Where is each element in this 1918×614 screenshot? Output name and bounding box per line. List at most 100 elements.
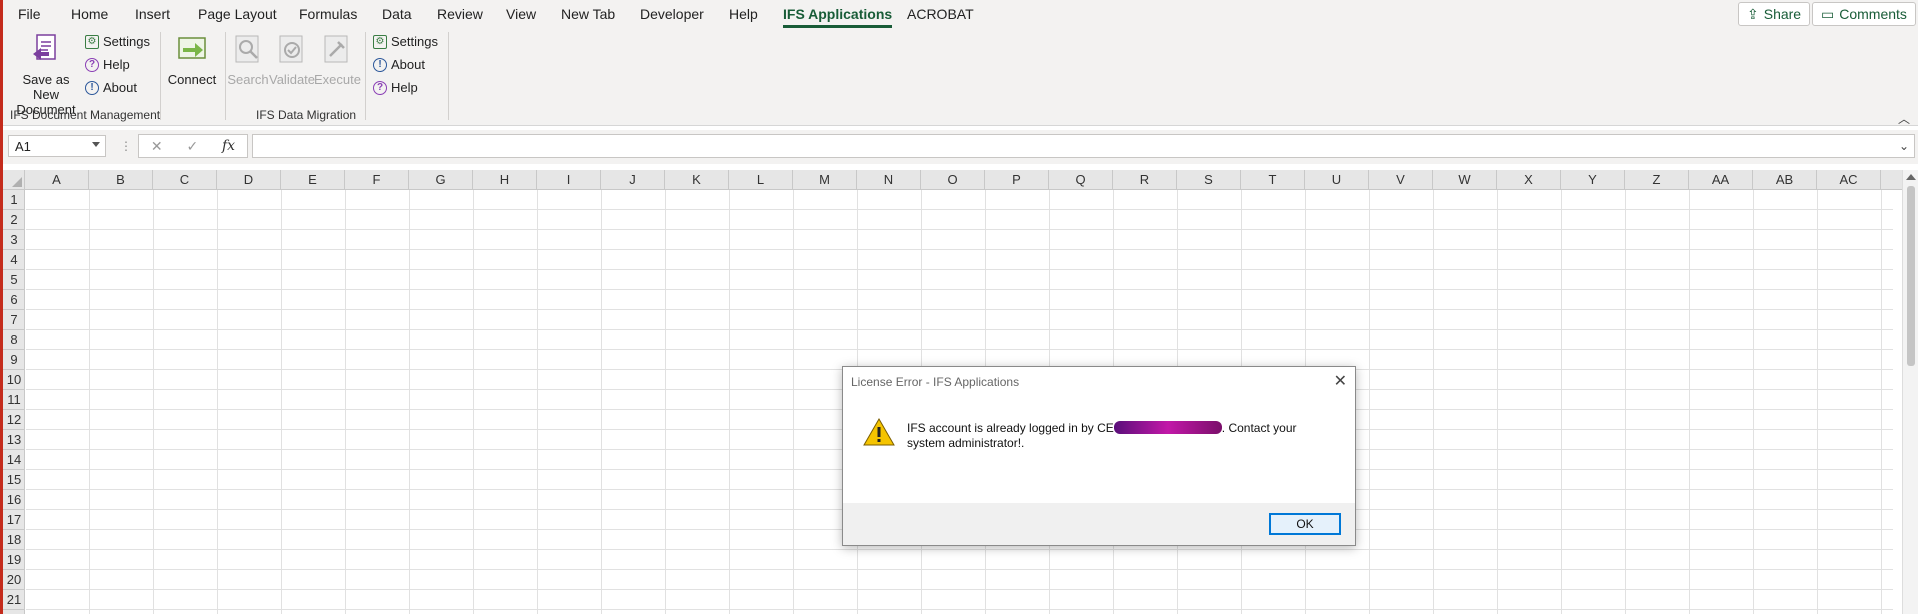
column-header[interactable]: T bbox=[1241, 170, 1305, 190]
row-header[interactable]: 17 bbox=[3, 510, 25, 530]
tab-new-tab[interactable]: New Tab bbox=[561, 6, 615, 22]
share-button[interactable]: ⇪ Share bbox=[1738, 2, 1811, 26]
column-header[interactable]: O bbox=[921, 170, 985, 190]
formula-input[interactable]: ⌄ bbox=[252, 134, 1915, 158]
tab-insert[interactable]: Insert bbox=[135, 6, 170, 22]
column-header[interactable]: E bbox=[281, 170, 345, 190]
row-header[interactable]: 13 bbox=[3, 430, 25, 450]
column-header[interactable]: N bbox=[857, 170, 921, 190]
ribbon-separator bbox=[365, 32, 366, 120]
row-header[interactable]: 4 bbox=[3, 250, 25, 270]
tab-file[interactable]: File bbox=[18, 6, 41, 22]
info-icon: ! bbox=[373, 57, 387, 72]
insert-function-icon[interactable]: fx bbox=[222, 138, 235, 154]
tab-acrobat[interactable]: ACROBAT bbox=[907, 6, 974, 22]
row-header[interactable]: 21 bbox=[3, 590, 25, 610]
column-header[interactable]: J bbox=[601, 170, 665, 190]
tab-view[interactable]: View bbox=[506, 6, 536, 22]
row-header[interactable]: 19 bbox=[3, 550, 25, 570]
row-header[interactable]: 14 bbox=[3, 450, 25, 470]
column-header[interactable]: M bbox=[793, 170, 857, 190]
scroll-up-icon[interactable] bbox=[1906, 174, 1916, 180]
tab-page-layout[interactable]: Page Layout bbox=[198, 6, 277, 22]
cancel-icon[interactable]: ✕ bbox=[151, 138, 163, 155]
tab-developer[interactable]: Developer bbox=[640, 6, 704, 22]
column-header[interactable]: Z bbox=[1625, 170, 1689, 190]
column-header[interactable]: B bbox=[89, 170, 153, 190]
row-header[interactable]: 5 bbox=[3, 270, 25, 290]
save-as-new-document-button[interactable]: Save as New Document bbox=[9, 32, 83, 117]
row-header[interactable]: 11 bbox=[3, 390, 25, 410]
column-header[interactable]: W bbox=[1433, 170, 1497, 190]
collapse-ribbon-chevron-icon[interactable]: ︿ bbox=[1898, 110, 1910, 127]
column-header[interactable]: I bbox=[537, 170, 601, 190]
tab-formulas[interactable]: Formulas bbox=[299, 6, 357, 22]
comments-button[interactable]: ▭ Comments bbox=[1812, 2, 1916, 26]
column-header[interactable]: X bbox=[1497, 170, 1561, 190]
column-header[interactable]: D bbox=[217, 170, 281, 190]
search-button[interactable]: Search bbox=[226, 32, 270, 87]
row-header[interactable]: 6 bbox=[3, 290, 25, 310]
row-header[interactable]: 12 bbox=[3, 410, 25, 430]
row-header[interactable]: 18 bbox=[3, 530, 25, 550]
info-icon: ! bbox=[85, 80, 99, 95]
tab-data[interactable]: Data bbox=[382, 6, 412, 22]
column-header[interactable]: Q bbox=[1049, 170, 1113, 190]
column-header[interactable]: S bbox=[1177, 170, 1241, 190]
column-header[interactable]: A bbox=[25, 170, 89, 190]
column-header[interactable]: L bbox=[729, 170, 793, 190]
doc-about-button[interactable]: ! About bbox=[85, 80, 137, 95]
column-header[interactable]: R bbox=[1113, 170, 1177, 190]
column-header[interactable]: AC bbox=[1817, 170, 1881, 190]
column-header[interactable]: U bbox=[1305, 170, 1369, 190]
migration-help-button[interactable]: ? Help bbox=[373, 80, 418, 95]
chevron-down-icon[interactable] bbox=[92, 142, 100, 147]
license-error-dialog: License Error - IFS Applications ✕ IFS a… bbox=[842, 366, 1356, 546]
column-header[interactable]: G bbox=[409, 170, 473, 190]
row-header[interactable]: 3 bbox=[3, 230, 25, 250]
row-header[interactable]: 16 bbox=[3, 490, 25, 510]
select-all-corner[interactable] bbox=[3, 170, 25, 190]
execute-label: Execute bbox=[314, 72, 361, 87]
column-header[interactable]: V bbox=[1369, 170, 1433, 190]
row-header[interactable]: 10 bbox=[3, 370, 25, 390]
doc-settings-button[interactable]: ⚙ Settings bbox=[85, 34, 150, 49]
migration-about-button[interactable]: ! About bbox=[373, 57, 425, 72]
column-header[interactable]: K bbox=[665, 170, 729, 190]
column-header[interactable]: AB bbox=[1753, 170, 1817, 190]
expand-formula-chevron-icon[interactable]: ⌄ bbox=[1899, 139, 1909, 153]
validate-icon bbox=[279, 35, 303, 63]
column-header[interactable]: F bbox=[345, 170, 409, 190]
ok-button[interactable]: OK bbox=[1269, 513, 1341, 535]
row-header[interactable]: 1 bbox=[3, 190, 25, 210]
execute-button[interactable]: Execute bbox=[314, 32, 361, 87]
row-header[interactable]: 15 bbox=[3, 470, 25, 490]
vertical-scrollbar[interactable] bbox=[1902, 170, 1918, 614]
row-header[interactable]: 7 bbox=[3, 310, 25, 330]
column-header[interactable]: P bbox=[985, 170, 1049, 190]
column-header[interactable]: Y bbox=[1561, 170, 1625, 190]
migration-help-label: Help bbox=[391, 80, 418, 95]
name-box[interactable]: A1 bbox=[8, 135, 106, 157]
row-header[interactable]: 20 bbox=[3, 570, 25, 590]
tab-review[interactable]: Review bbox=[437, 6, 483, 22]
tab-help[interactable]: Help bbox=[729, 6, 758, 22]
column-header[interactable]: AA bbox=[1689, 170, 1753, 190]
save-as-new-line1: Save as New bbox=[22, 72, 70, 102]
tab-home[interactable]: Home bbox=[71, 6, 108, 22]
connect-button[interactable]: Connect bbox=[167, 32, 217, 87]
row-header[interactable]: 9 bbox=[3, 350, 25, 370]
column-header[interactable]: H bbox=[473, 170, 537, 190]
validate-label: Validate bbox=[269, 72, 316, 87]
column-header[interactable]: C bbox=[153, 170, 217, 190]
validate-button[interactable]: Validate bbox=[269, 32, 315, 87]
migration-settings-button[interactable]: ⚙ Settings bbox=[373, 34, 438, 49]
row-header[interactable]: 2 bbox=[3, 210, 25, 230]
doc-help-button[interactable]: ? Help bbox=[85, 57, 130, 72]
check-icon[interactable]: ✓ bbox=[186, 138, 198, 155]
dialog-message: IFS account is already logged in by CE. … bbox=[907, 421, 1337, 451]
close-icon[interactable]: ✕ bbox=[1334, 371, 1347, 391]
tab-ifs-applications[interactable]: IFS Applications bbox=[783, 6, 893, 28]
row-header[interactable]: 8 bbox=[3, 330, 25, 350]
scrollbar-thumb[interactable] bbox=[1907, 186, 1915, 366]
